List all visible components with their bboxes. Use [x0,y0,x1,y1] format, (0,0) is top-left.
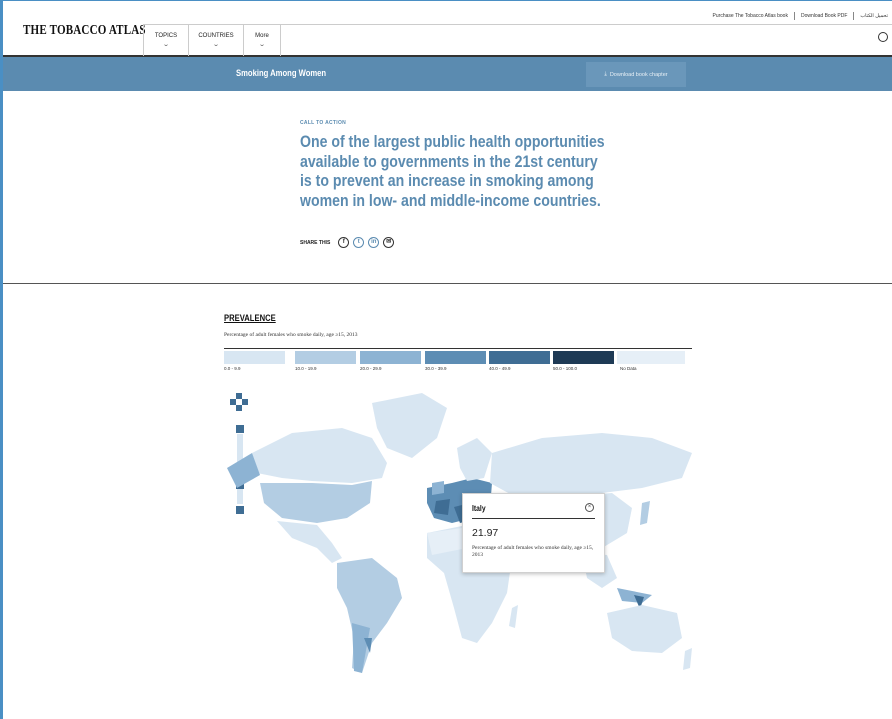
legend-swatch-6[interactable] [617,351,685,364]
map-japan[interactable] [640,501,650,525]
nav-more-label: More [255,33,269,39]
map-madagascar[interactable] [509,605,518,628]
legend-label-5: 50.0 - 100.0 [553,366,578,371]
nav-countries-label: COUNTRIES [198,33,234,39]
tooltip-country: Italy [472,504,486,513]
twitter-icon[interactable]: t [353,237,365,248]
legend-swatch-2[interactable] [360,351,421,364]
nav-topics-label: TOPICS [154,33,178,39]
legend-swatch-0[interactable] [224,351,285,364]
arabic-link[interactable]: تحميل الكتاب [860,13,888,19]
chapter-bar: Smoking Among Women ⤓ Download book chap… [3,57,892,91]
map-legend: 0.0 - 9.9 10.0 - 19.9 20.0 - 29.9 30.0 -… [224,348,692,372]
map-france[interactable] [434,499,450,515]
legend-label-4: 40.0 - 49.9 [489,366,511,371]
tooltip-value: 21.97 [472,527,499,539]
download-chapter-button[interactable]: ⤓ Download book chapter [586,62,686,87]
map-scandinavia[interactable] [457,438,492,481]
share-bar: SHARE THIS f t in ✉ [300,237,395,248]
prevalence-title: PREVALENCE [224,313,276,323]
legend-swatch-1[interactable] [295,351,356,364]
map-south-america[interactable] [337,558,402,673]
purchase-book-link[interactable]: Purchase The Tobacco Atlas book [713,13,788,19]
map-greenland[interactable] [372,393,447,458]
divider [793,12,795,20]
legend-swatch-3[interactable] [425,351,486,364]
cta-quote: One of the largest public health opportu… [300,133,605,210]
map-usa[interactable] [260,481,372,523]
linkedin-icon[interactable]: in [368,237,380,248]
nav-countries[interactable]: COUNTRIES ⌄ [188,24,243,56]
country-tooltip: Italy × 21.97 Percentage of adult female… [462,493,605,573]
legend-label-6: No Data [620,366,637,371]
map-new-zealand[interactable] [683,648,692,670]
nav-topics[interactable]: TOPICS ⌄ [143,24,188,56]
legend-label-3: 30.0 - 39.9 [425,366,447,371]
email-icon[interactable]: ✉ [383,237,395,248]
legend-label-1: 10.0 - 19.9 [295,366,317,371]
map-uk[interactable] [432,481,444,495]
legend-label-2: 20.0 - 29.9 [360,366,382,371]
legend-swatch-5[interactable] [553,351,614,364]
legend-swatch-4[interactable] [489,351,550,364]
tooltip-description: Percentage of adult females who smoke da… [472,545,594,558]
download-pdf-link[interactable]: Download Book PDF [801,13,847,19]
search-icon[interactable] [878,32,888,42]
call-to-action-section: CALL TO ACTION One of the largest public… [3,91,892,284]
legend-label-0: 0.0 - 9.9 [224,366,241,371]
top-links: Purchase The Tobacco Atlas book Download… [713,10,892,22]
tooltip-divider [472,518,595,519]
prevalence-subtitle: Percentage of adult females who smoke da… [224,332,358,338]
nav-more[interactable]: More ⌄ [243,24,281,56]
map-russia[interactable] [490,433,692,498]
map-australia[interactable] [607,605,682,653]
download-chapter-label: Download book chapter [609,71,668,78]
divider [853,12,855,20]
facebook-icon[interactable]: f [338,237,350,248]
chevron-down-icon: ⌄ [258,42,266,48]
site-logo[interactable]: THE TOBACCO ATLAS [23,22,146,38]
download-icon: ⤓ [604,71,607,77]
chapter-title: Smoking Among Women [236,68,327,78]
share-label: SHARE THIS [300,239,331,246]
map-mexico[interactable] [277,521,342,563]
site-header: THE TOBACCO ATLAS Purchase The Tobacco A… [3,0,892,57]
map-canada[interactable] [252,428,387,483]
close-icon[interactable]: × [585,503,594,512]
cta-label: CALL TO ACTION [300,120,347,126]
